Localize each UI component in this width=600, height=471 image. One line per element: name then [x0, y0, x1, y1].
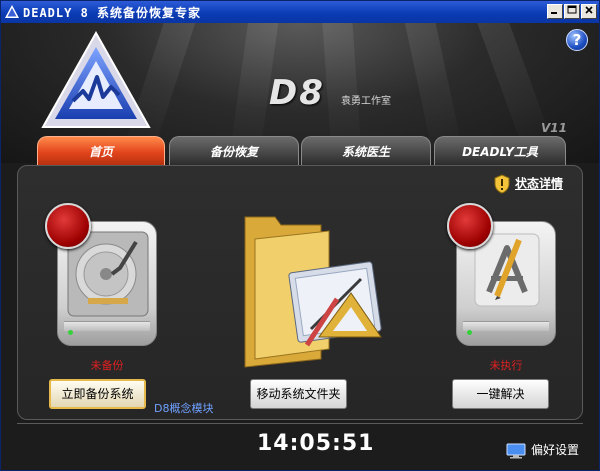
app-logo-icon [5, 5, 19, 18]
minimize-icon [551, 12, 557, 14]
clock: 14:05:51 [257, 431, 375, 456]
d8-module-link[interactable]: D8概念模块 [154, 400, 213, 416]
footer-divider [17, 423, 583, 424]
backup-status: 未备份 [90, 359, 124, 372]
deadly-logo-icon [41, 31, 151, 128]
tab-backup-restore[interactable]: 备份恢复 [169, 136, 299, 165]
backup-now-button[interactable]: 立即备份系统 [49, 379, 146, 409]
close-button[interactable] [581, 4, 597, 19]
device-bezel [463, 321, 549, 331]
window-title: DEADLY 8 系统备份恢复专家 [23, 6, 202, 20]
app-window: DEADLY 8 系统备份恢复专家 ? D8 袁勇工作室 V11 首页 备份恢复… [0, 0, 600, 471]
folder-tools-icon [244, 216, 382, 368]
status-details-link[interactable]: 状态详情 [493, 174, 563, 194]
tab-deadly-tools[interactable]: DEADLY工具 [434, 136, 566, 165]
preferences-label: 偏好设置 [531, 443, 580, 457]
one-click-fix-button[interactable]: 一键解决 [452, 379, 549, 409]
monitor-icon [506, 443, 526, 458]
status-details-label: 状态详情 [515, 176, 564, 191]
version-label: V11 [541, 121, 567, 135]
backup-warning-indicator [45, 203, 91, 249]
power-led [467, 330, 472, 335]
brand-name: D8 [269, 73, 325, 113]
close-icon [585, 6, 593, 14]
tab-home[interactable]: 首页 [37, 136, 165, 165]
shield-warning-icon [494, 174, 510, 194]
title-bar[interactable]: DEADLY 8 系统备份恢复专家 [1, 1, 599, 23]
fix-status: 未执行 [489, 359, 523, 372]
minimize-button[interactable] [547, 4, 563, 19]
drive-bezel [64, 321, 150, 331]
help-button[interactable]: ? [566, 29, 588, 51]
maximize-button[interactable] [564, 4, 580, 19]
power-led [68, 330, 73, 335]
tab-system-doctor[interactable]: 系统医生 [301, 136, 431, 165]
move-system-folder-button[interactable]: 移动系统文件夹 [250, 379, 347, 409]
studio-name: 袁勇工作室 [341, 96, 391, 107]
maximize-icon [567, 5, 577, 14]
preferences-link[interactable]: 偏好设置 [506, 441, 579, 459]
main-tabs: 首页 备份恢复 系统医生 DEADLY工具 [37, 136, 567, 166]
fix-warning-indicator [447, 203, 493, 249]
question-icon: ? [572, 31, 582, 49]
